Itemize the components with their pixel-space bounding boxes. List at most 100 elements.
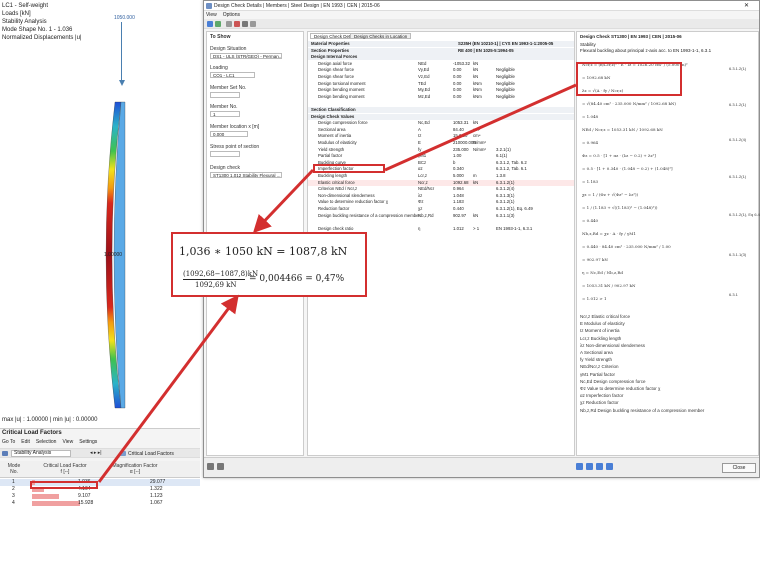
detail-row[interactable]: Moment of inertia Iz 15.6.80 cm⁴ [308,133,574,139]
cell-s: Sectional area [318,126,346,132]
col-mode: Mode No. [7,463,21,475]
dialog-titlebar: Design Check Details | Members | Steel D… [204,1,759,11]
loading-label: Loading [210,65,228,71]
cell-sym: η [418,225,421,231]
cell-val: 0.00 [453,67,462,73]
cell-sym: Ncr,z [418,179,428,185]
mode-cell: 3 [12,493,15,499]
cell-sym: Mz,Ed [418,93,431,99]
print-icon[interactable] [576,463,583,470]
section-row[interactable]: Material Properties S235H (EN 10210-1) | … [308,41,574,47]
close-button[interactable]: Close [722,463,756,473]
cell-sym: Vz,Ed [418,74,430,79]
detail-row[interactable]: Reduction factor χz 0.440 6.3.1.2(1), Eq. 6… [308,206,574,212]
detail-row[interactable]: Criterion NEd / Ncr,z NEd/Ncr 0.964 6.3.1.2… [308,186,574,192]
detail-row[interactable]: Design shear force Vy,Ed 0.00 kN Negligible [308,67,574,73]
cell-val: 1.00 [453,153,462,159]
design-situation-select[interactable]: DS1 - ULS (STR/GEO) - Perman... [210,53,282,59]
menu-view[interactable]: View [206,12,217,18]
detail-row[interactable]: Design axial force NEd -1053.32 kN [308,61,574,67]
legend-entry: Lcr,z Buckling length [580,335,622,341]
cell-c2: RE 400 | EN 1025-5:1994-05 [458,47,514,53]
detail-row[interactable]: Design bending moment Mz,Ed 0.00 kNm Negligi… [308,94,574,100]
calc-line-1: 1,036 ∗ 1050 kN = 1087,8 kN [179,245,348,258]
stress-point-select[interactable] [210,151,240,157]
detail-row[interactable]: Elastic critical force Ncr,z 1092.68 kN 6.3.… [308,179,574,186]
model-viewport[interactable]: LC1 - Self-weight Loads [kN] Stability A… [0,0,200,428]
detail-row[interactable]: Buckling length Lcr,z 5.000 m 1.3.8 [308,173,574,179]
cell-val: 1.012 [453,225,464,231]
tab-design-checks-in-location[interactable]: Design Checks in Location [350,33,412,39]
info-icon[interactable] [217,463,224,470]
cell-s: Design torsional moment [318,80,366,86]
cell-sym: NEd/Ncr [418,186,435,192]
export-icon[interactable] [586,463,593,470]
design-check-select[interactable]: ST1300 1.012 Stability Flexural ... [210,172,282,178]
copy-icon[interactable] [596,463,603,470]
analysis-select[interactable]: Stability Analysis [11,450,71,457]
detail-row[interactable] [308,100,574,106]
table-select[interactable]: Critical Load Factors [128,451,174,457]
section-row[interactable]: Design Check Values [308,113,574,120]
detail-row[interactable] [308,219,574,225]
calc-denominator: 1092,69 kN [195,281,237,289]
detail-row[interactable]: Design torsional moment TEd 0.00 kNm Negligi… [308,81,574,87]
member-icon[interactable] [234,21,240,27]
table-row[interactable]: 4 15.928 1.067 [0,500,200,507]
cell-s: Section Properties [311,47,349,53]
section-row[interactable]: Section Classification [308,107,574,113]
cell-val: 0.440 [453,206,464,211]
view-icon[interactable] [226,21,232,27]
load-arrow-head [118,80,125,86]
menu-edit[interactable]: Edit [21,439,30,445]
detail-row[interactable]: Partial factor γM1 1.00 6.1(1) [308,153,574,159]
formula-reference: 6.3.1.2(1) [729,174,747,179]
detail-row[interactable]: Sectional area A 84.40 cm² [308,127,574,133]
cell-sym: Nb,z,Rd [418,212,434,218]
cell-note: 6.3.1.2(4) [496,186,515,192]
section-row[interactable]: Section Properties RE 400 | EN 1025-5:199… [308,47,574,54]
menu-view[interactable]: View [62,439,73,445]
result-info: LC1 - Self-weight Loads [kN] Stability A… [2,2,81,42]
cell-val: b [453,159,456,165]
loading-select[interactable]: CO1 - LC1 [210,72,255,78]
section-row[interactable]: Design Internal Forces [308,54,574,61]
detail-row[interactable]: Design check ratio η 1.012 > 1 EN 1993-1-1, … [308,226,574,232]
detail-row[interactable]: Non-dimensional slenderness λz 1.048 6.3.1.… [308,193,574,199]
detail-row[interactable]: Design bending moment My,Ed 0.00 kNm Negligi… [308,87,574,93]
cell-val: 1.048 [453,192,464,198]
menu-goto[interactable]: Go To [2,439,15,445]
legend-entry: γM1 Partial factor [580,371,616,377]
result-icon[interactable] [250,21,256,27]
info-line: LC1 - Self-weight [2,3,49,9]
detail-row[interactable]: Yield strength fy 235.000 N/mm² 3.2.1(1) [308,147,574,153]
member-set-select[interactable] [210,92,240,98]
member-location-select[interactable]: 0.000 [210,131,248,137]
detail-row[interactable]: Design compression force Nc,Ed 1053.31 kN [308,120,574,126]
menu-settings[interactable]: Settings [79,439,97,445]
report-icon[interactable] [606,463,613,470]
formula-line: = 0.440 [582,218,599,223]
menu-options[interactable]: Options [223,12,240,18]
select-icon[interactable] [207,21,213,27]
member-no-select[interactable]: 1 [210,111,240,117]
search-icon[interactable] [207,463,214,470]
critical-load-factor-highlight [30,481,98,489]
formula-highlight [576,62,682,96]
table-row[interactable]: 3 9.107 1.123 [0,493,200,500]
nav-arrows-icon[interactable]: ◂ ▸ ▸| [90,450,102,456]
cell-sym: αz [418,166,423,172]
legend-entry: Φz Value to determine reduction factor χ [580,386,661,391]
detail-row[interactable]: Design buckling resistance of a compress… [308,213,574,219]
filter-icon[interactable] [215,21,221,27]
cell-sym: λz [418,192,423,198]
cell-val: 84.40 [453,126,464,132]
formula-line: = 1.012 > 1 [582,296,607,301]
formula-line: = 0.440 · 84.40 cm² · 235.000 N/mm² / 1.… [582,244,671,249]
menu-selection[interactable]: Selection [36,439,57,445]
detail-row[interactable]: Modulus of elasticity E 210000.000 N/mm² [308,140,574,146]
settings-icon[interactable] [242,21,248,27]
close-icon[interactable]: ✕ [744,2,749,9]
detail-row[interactable]: Value to determine reduction factor χ Φz 1… [308,199,574,205]
detail-row[interactable]: Design shear force Vz,Ed 0.00 kN Negligible [308,74,574,80]
